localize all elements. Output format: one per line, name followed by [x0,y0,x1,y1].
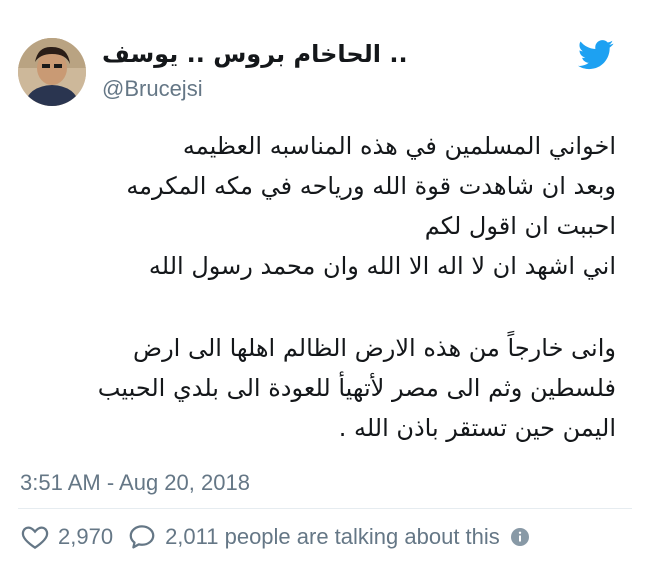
avatar-photo [18,38,86,106]
tweet-actions: 2,970 2,011 people are talking about thi… [20,520,530,554]
info-icon[interactable] [510,527,530,547]
tweet-timestamp[interactable]: 3:51 AM - Aug 20, 2018 [20,470,250,496]
tweet-line: اليمن حين تستقر باذن الله . [338,414,616,442]
display-name[interactable]: .. الحاخام بروس .. يوسف [102,40,408,68]
divider [18,508,632,509]
twitter-bird-icon[interactable] [578,40,614,70]
like-count[interactable]: 2,970 [58,524,113,550]
tweet-line: احببت ان اقول لكم [424,212,616,240]
avatar[interactable] [18,38,86,106]
tweet-line: وانى خارجاً من هذه الارض الظالم اهلها ال… [133,334,616,362]
tweet-card: .. الحاخام بروس .. يوسف @Brucejsi اخواني… [0,0,650,581]
tweet-line: اخواني المسلمين في هذه المناسبه العظيمه [182,132,616,160]
speech-bubble-icon[interactable] [127,522,157,552]
tweet-line: فلسطين وثم الى مصر لأتهيأ للعودة الى بلد… [97,374,616,402]
heart-icon[interactable] [20,522,50,552]
user-handle[interactable]: @Brucejsi [102,76,203,102]
tweet-text: اخواني المسلمين في هذه المناسبه العظيمه … [16,126,616,448]
tweet-line: وبعد ان شاهدت قوة الله ورياحه في مكه الم… [126,172,616,200]
talking-count[interactable]: 2,011 people are talking about this [165,524,500,550]
tweet-line: اني اشهد ان لا اله الا الله وان محمد رسو… [148,252,616,280]
